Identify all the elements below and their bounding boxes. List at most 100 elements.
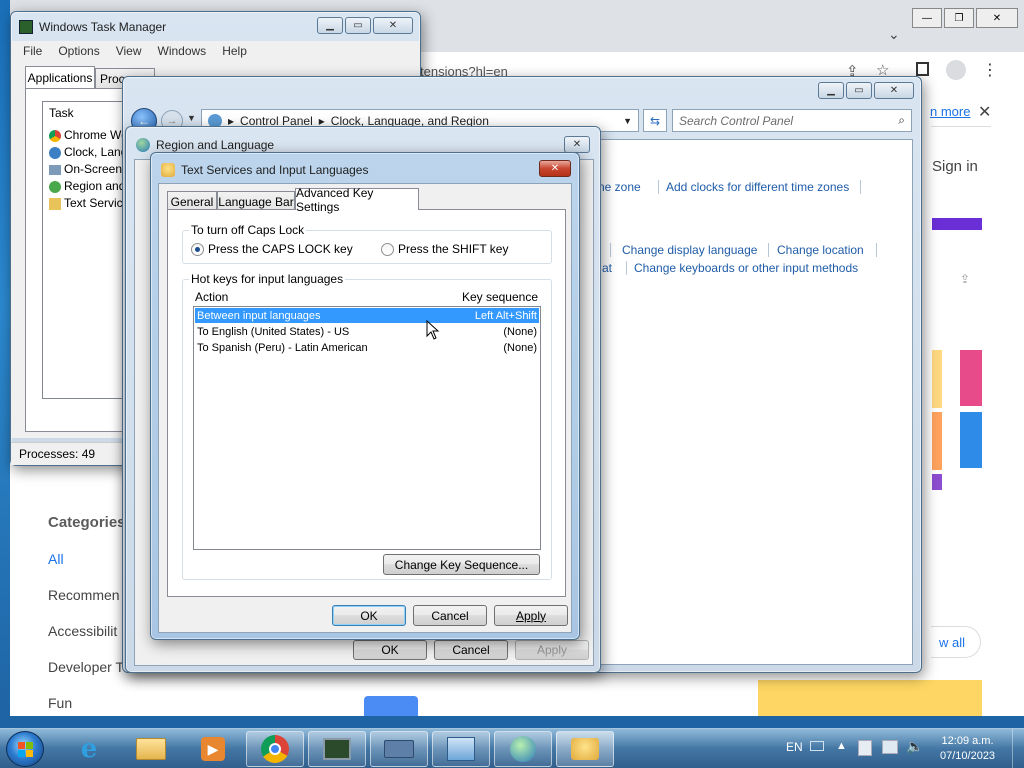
taskbar: e ▶ EN ▲ 🔈 12:09 a.m. 07/10/2023 xyxy=(0,728,1024,768)
language-indicator[interactable]: EN xyxy=(786,740,803,754)
keyboard-layout-icon[interactable] xyxy=(810,741,824,751)
chrome-taskbar-icon[interactable] xyxy=(246,731,304,767)
menu-help[interactable]: Help xyxy=(222,44,247,58)
control-panel-taskbar-icon[interactable] xyxy=(432,731,490,767)
recent-pages-chevron-icon[interactable]: ▼ xyxy=(187,113,196,123)
column-task[interactable]: Task xyxy=(49,106,74,120)
text-services-icon xyxy=(49,197,61,210)
text-services-taskbar-icon[interactable] xyxy=(556,731,614,767)
region-caption-buttons: ✕ xyxy=(564,136,590,153)
chevron-down-icon[interactable]: ⌄ xyxy=(888,26,900,43)
cancel-button[interactable]: Cancel xyxy=(413,605,487,626)
chrome-icon xyxy=(49,129,61,142)
row-action: To English (United States) - US xyxy=(197,325,350,338)
tsil-title: Text Services and Input Languages xyxy=(181,163,369,177)
tab-advanced-key-settings[interactable]: Advanced Key Settings xyxy=(295,186,419,214)
category-recommended[interactable]: Recommen xyxy=(48,587,120,603)
sign-in-link[interactable]: Sign in xyxy=(932,158,978,175)
search-icon[interactable]: ⌕ xyxy=(898,113,905,128)
category-developer-tools[interactable]: Developer T xyxy=(48,659,124,675)
link-time-zone[interactable]: ne zone xyxy=(598,180,641,194)
radio-button-selected[interactable] xyxy=(191,242,204,256)
file-explorer-icon[interactable] xyxy=(122,731,180,767)
menu-kebab-icon[interactable]: ⋮ xyxy=(982,60,998,80)
column-action[interactable]: Action xyxy=(195,290,228,304)
hotkeys-group-label: Hot keys for input languages xyxy=(189,272,346,286)
windows-logo-icon xyxy=(18,742,33,757)
chrome-minimize-button[interactable]: — xyxy=(912,8,942,28)
menu-windows[interactable]: Windows xyxy=(158,44,207,58)
region-apply-button[interactable]: Apply xyxy=(515,640,589,660)
column-key-sequence[interactable]: Key sequence xyxy=(462,290,538,304)
clock-date: 07/10/2023 xyxy=(940,750,996,762)
link-add-clocks[interactable]: Add clocks for different time zones xyxy=(666,180,849,194)
tab-language-bar[interactable]: Language Bar xyxy=(217,191,295,211)
search-input[interactable]: Search Control Panel ⌕ xyxy=(672,109,912,132)
link-change-keyboards[interactable]: Change keyboards or other input methods xyxy=(634,261,858,275)
hotkeys-list: Between input languages Left Alt+Shift T… xyxy=(193,306,541,550)
link-fragment[interactable]: at xyxy=(602,261,612,275)
close-button[interactable]: ✕ xyxy=(539,160,571,177)
radio-button[interactable] xyxy=(381,242,394,256)
show-desktop-button[interactable] xyxy=(1012,729,1024,768)
tab-applications[interactable]: Applications xyxy=(25,66,95,88)
show-hidden-icons-icon[interactable]: ▲ xyxy=(836,740,847,752)
ok-button[interactable]: OK xyxy=(332,605,406,626)
action-center-icon[interactable] xyxy=(858,740,872,756)
category-accessibility[interactable]: Accessibilit xyxy=(48,623,117,639)
internet-explorer-icon[interactable]: e xyxy=(60,731,118,767)
banner-close-icon[interactable]: ✕ xyxy=(978,102,991,122)
clock[interactable]: 12:09 a.m. 07/10/2023 xyxy=(940,734,995,764)
link-change-display-language[interactable]: Change display language xyxy=(622,243,757,257)
minimize-button[interactable]: ▁ xyxy=(818,82,844,99)
featured-banner xyxy=(758,680,982,716)
side-panel-icon[interactable] xyxy=(916,62,929,76)
hotkeys-group: Hot keys for input languages Action Key … xyxy=(182,272,552,580)
radio-caps-lock[interactable]: Press the CAPS LOCK key xyxy=(191,242,353,256)
refresh-icon[interactable]: ⇆ xyxy=(643,109,667,132)
chrome-close-button[interactable]: ✕ xyxy=(976,8,1018,28)
radio-shift[interactable]: Press the SHIFT key xyxy=(381,242,508,256)
volume-muted-icon[interactable]: 🔈 xyxy=(906,738,923,755)
category-all[interactable]: All xyxy=(48,551,64,567)
menu-file[interactable]: File xyxy=(23,44,42,58)
text-services-icon xyxy=(161,163,175,177)
row-key: Left Alt+Shift xyxy=(474,309,537,322)
table-row[interactable]: Between input languages Left Alt+Shift xyxy=(195,308,539,323)
row-action: To Spanish (Peru) - Latin American xyxy=(197,341,368,354)
region-language-taskbar-icon[interactable] xyxy=(494,731,552,767)
maximize-button[interactable]: ▭ xyxy=(846,82,872,99)
tab-general[interactable]: General xyxy=(167,191,217,211)
menu-options[interactable]: Options xyxy=(58,44,99,58)
category-fun[interactable]: Fun xyxy=(48,695,72,711)
learn-more-link[interactable]: n more xyxy=(930,104,970,119)
link-change-location[interactable]: Change location xyxy=(777,243,864,257)
close-button[interactable]: ✕ xyxy=(373,17,413,34)
close-button[interactable]: ✕ xyxy=(564,136,590,153)
task-manager-taskbar-icon[interactable] xyxy=(308,731,366,767)
view-all-button[interactable]: w all xyxy=(931,626,981,658)
address-dropdown-icon[interactable]: ▼ xyxy=(623,116,632,126)
row-key: (None) xyxy=(503,325,537,338)
chrome-maximize-button[interactable]: ❐ xyxy=(944,8,974,28)
network-icon[interactable] xyxy=(882,740,898,754)
globe-icon xyxy=(49,180,61,193)
clock-time: 12:09 a.m. xyxy=(941,735,994,747)
on-screen-keyboard-taskbar-icon[interactable] xyxy=(370,731,428,767)
tsil-body: General Language Bar Advanced Key Settin… xyxy=(158,183,572,633)
link-divider xyxy=(876,243,877,257)
minimize-button[interactable]: ▁ xyxy=(317,17,343,34)
region-ok-button[interactable]: OK xyxy=(353,640,427,660)
change-key-sequence-button[interactable]: Change Key Sequence... xyxy=(383,554,540,575)
menu-view[interactable]: View xyxy=(116,44,142,58)
start-button[interactable] xyxy=(6,731,44,767)
region-cancel-button[interactable]: Cancel xyxy=(434,640,508,660)
table-row[interactable]: To English (United States) - US (None) xyxy=(195,324,539,339)
close-button[interactable]: ✕ xyxy=(874,82,914,99)
media-player-icon[interactable]: ▶ xyxy=(184,731,242,767)
profile-avatar[interactable] xyxy=(946,60,966,80)
apply-button[interactable]: Apply xyxy=(494,605,568,626)
maximize-button[interactable]: ▭ xyxy=(345,17,371,34)
table-row[interactable]: To Spanish (Peru) - Latin American (None… xyxy=(195,340,539,355)
globe-icon xyxy=(136,138,150,152)
